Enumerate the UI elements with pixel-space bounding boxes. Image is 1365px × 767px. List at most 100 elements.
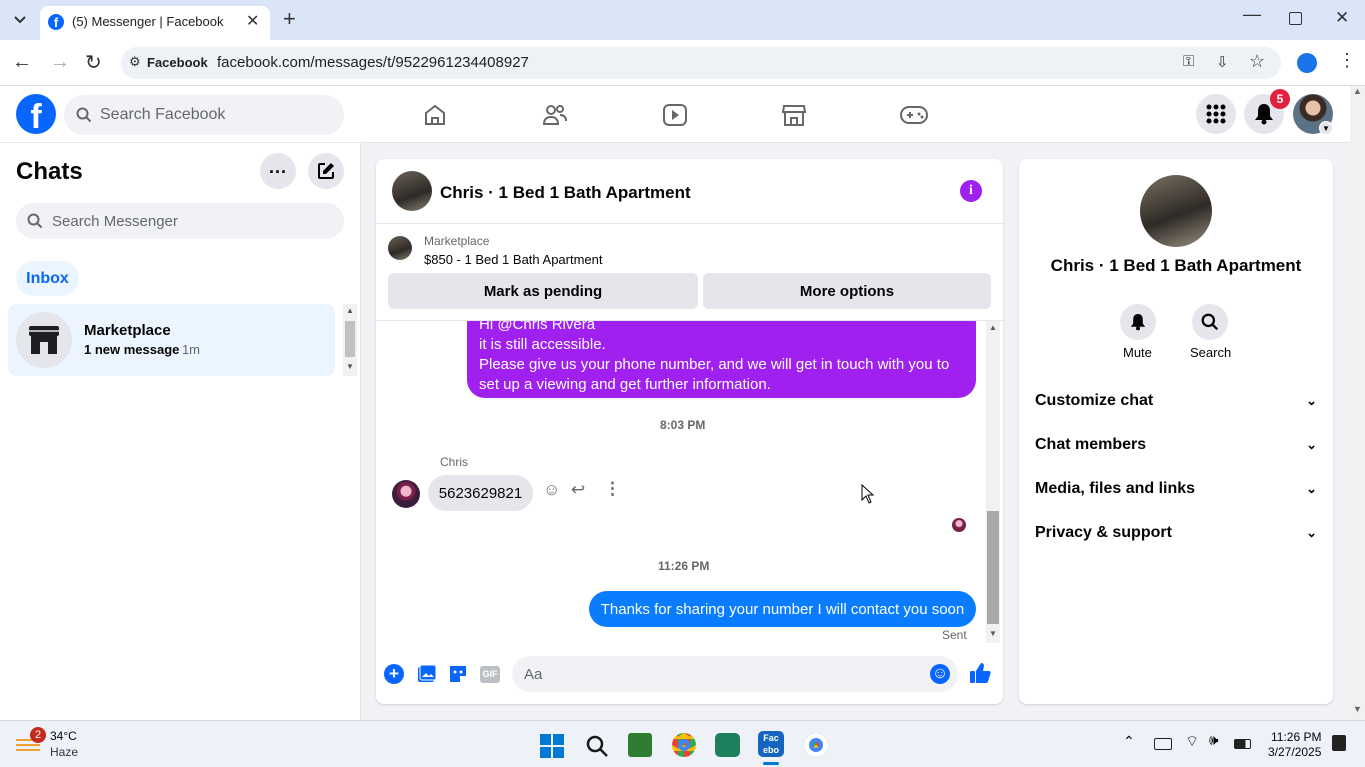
mark-as-pending-label: Mark as pending — [483, 282, 603, 300]
inbox-filter-tab[interactable]: Inbox — [16, 261, 79, 296]
outgoing-message-bubble[interactable]: Thanks for sharing your number I will co… — [589, 591, 976, 627]
taskbar-active-app-icon[interactable]: Fac ebo — [758, 731, 784, 757]
password-key-icon[interactable]: ⚿ — [1183, 53, 1194, 70]
scroll-down-icon[interactable]: ▼ — [1353, 704, 1362, 714]
listing-thumbnail — [388, 236, 412, 260]
forward-icon[interactable]: → — [50, 51, 70, 74]
more-dots-icon: ... — [268, 157, 287, 177]
windows-start-icon[interactable] — [540, 734, 564, 758]
chat-list-item[interactable]: Marketplace 1 new message · 1m — [8, 304, 335, 376]
back-icon[interactable]: ← — [12, 51, 32, 74]
message-more-icon[interactable]: ⋮ — [604, 479, 621, 499]
section-label: Customize chat — [1035, 392, 1154, 409]
chat-item-time: · 1m — [174, 342, 200, 357]
emoji-picker-icon[interactable]: ☺ — [930, 664, 950, 684]
clock-date[interactable]: 3/27/2025 — [1268, 745, 1321, 759]
chat-members-section[interactable]: Chat members ⌄ — [1035, 431, 1317, 459]
mark-as-pending-button[interactable]: Mark as pending — [388, 273, 698, 309]
message-input-placeholder: Aa — [524, 666, 543, 683]
search-icon — [27, 213, 43, 229]
scroll-up-icon[interactable]: ▲ — [346, 306, 354, 315]
more-options-button[interactable]: More options — [703, 273, 991, 309]
install-app-icon[interactable]: ⇩ — [1216, 53, 1229, 71]
search-icon[interactable] — [585, 734, 609, 758]
maximize-icon[interactable] — [1289, 12, 1302, 25]
browser-menu-icon[interactable]: ⋮ — [1338, 50, 1356, 71]
scroll-thumb[interactable] — [345, 321, 355, 357]
friends-icon[interactable] — [542, 103, 568, 127]
message-input[interactable]: Aa ☺ — [512, 656, 958, 692]
reply-icon[interactable]: ↩ — [571, 480, 585, 500]
battery-icon[interactable] — [1234, 739, 1251, 749]
new-message-button[interactable] — [308, 153, 344, 189]
profile-icon[interactable] — [1297, 53, 1317, 73]
listing-title[interactable]: $850 - 1 Bed 1 Bath Apartment — [424, 252, 603, 267]
scroll-down-icon[interactable]: ▼ — [989, 629, 997, 638]
privacy-support-section[interactable]: Privacy & support ⌄ — [1035, 519, 1317, 547]
conversation-title[interactable]: Chris · 1 Bed 1 Bath Apartment — [440, 183, 691, 203]
gaming-icon[interactable] — [900, 105, 928, 125]
bookmark-star-icon[interactable]: ☆ — [1249, 51, 1265, 72]
scroll-thumb[interactable] — [987, 511, 999, 624]
scroll-up-icon[interactable]: ▲ — [1353, 86, 1362, 96]
react-emoji-icon[interactable]: ☺ — [543, 480, 560, 500]
inbox-filter-label: Inbox — [26, 269, 69, 287]
video-icon[interactable] — [662, 103, 688, 127]
search-conversation-button[interactable] — [1192, 304, 1228, 340]
customize-chat-section[interactable]: Customize chat ⌄ — [1035, 387, 1317, 415]
chat-item-name: Marketplace — [84, 322, 171, 339]
like-thumbs-up-icon[interactable] — [969, 662, 991, 684]
taskbar-app-icon[interactable] — [628, 733, 652, 757]
sender-avatar[interactable] — [392, 480, 420, 508]
new-tab-icon[interactable]: + — [283, 6, 296, 32]
message-line: Please give us your phone number, and we… — [479, 356, 950, 373]
gif-button[interactable]: GIF — [480, 666, 500, 683]
weather-widget[interactable]: 2 34°C Haze — [14, 727, 104, 763]
scroll-down-icon[interactable]: ▼ — [346, 362, 354, 371]
tab-list-icon[interactable] — [8, 8, 32, 32]
url-text[interactable]: facebook.com/messages/t/9522961234408927 — [217, 54, 529, 71]
compose-icon — [318, 163, 334, 179]
media-files-links-section[interactable]: Media, files and links ⌄ — [1035, 475, 1317, 503]
account-chevron-icon[interactable]: ▼ — [1319, 121, 1333, 135]
outgoing-message-bubble[interactable]: Hi @Chris Rivera it is still accessible.… — [467, 321, 976, 398]
taskbar-app-icon[interactable] — [715, 733, 740, 757]
volume-icon[interactable]: 🕪 — [1209, 732, 1218, 749]
page-scrollbar[interactable]: ▲ ▼ — [1350, 86, 1365, 720]
menu-grid-button[interactable] — [1196, 94, 1236, 134]
messenger-search-input[interactable]: Search Messenger — [16, 203, 344, 239]
home-icon[interactable] — [423, 103, 447, 127]
mute-button[interactable] — [1120, 304, 1156, 340]
site-info-icon[interactable]: ⚙ — [129, 54, 141, 70]
scroll-up-icon[interactable]: ▲ — [989, 323, 997, 332]
facebook-logo-icon[interactable]: f — [16, 94, 56, 136]
sticker-icon[interactable] — [448, 664, 468, 684]
chats-options-button[interactable]: ... — [260, 153, 296, 189]
profile-photo[interactable] — [1140, 175, 1212, 247]
facebook-top-nav: f Search Facebook 5 ▼ — [0, 86, 1350, 143]
messages-scrollbar[interactable]: ▲ ▼ — [986, 321, 1000, 643]
conversation-info-button[interactable]: i — [960, 180, 982, 202]
browser-tab[interactable]: f (5) Messenger | Facebook ✕ — [40, 6, 270, 40]
attach-photo-icon[interactable] — [417, 664, 437, 684]
wifi-icon[interactable]: ⌔ — [1185, 732, 1199, 751]
clock-time[interactable]: 11:26 PM — [1271, 730, 1321, 744]
conversation-avatar[interactable] — [392, 171, 432, 211]
mute-label: Mute — [1123, 345, 1152, 360]
chrome-icon[interactable] — [804, 733, 828, 757]
keyboard-icon[interactable] — [1154, 738, 1172, 750]
more-actions-button[interactable]: + — [384, 664, 404, 684]
notification-center-icon[interactable] — [1332, 735, 1346, 751]
close-window-icon[interactable]: ✕ — [1335, 8, 1349, 28]
reload-icon[interactable]: ↻ — [85, 50, 102, 75]
show-hidden-icons[interactable]: ⌃ — [1123, 733, 1135, 750]
chrome-icon[interactable] — [672, 733, 696, 757]
incoming-message-bubble[interactable]: 5623629821 — [428, 475, 533, 511]
address-bar[interactable]: ⚙ Facebook facebook.com/messages/t/95229… — [121, 47, 1281, 79]
messages-area: Hi @Chris Rivera it is still accessible.… — [376, 321, 986, 648]
facebook-search-input[interactable]: Search Facebook — [64, 95, 344, 135]
minimize-icon[interactable]: — — [1243, 4, 1261, 25]
marketplace-icon[interactable] — [781, 103, 807, 127]
chat-list-scrollbar[interactable]: ▲ ▼ — [343, 304, 357, 376]
tab-close-icon[interactable]: ✕ — [246, 11, 259, 31]
